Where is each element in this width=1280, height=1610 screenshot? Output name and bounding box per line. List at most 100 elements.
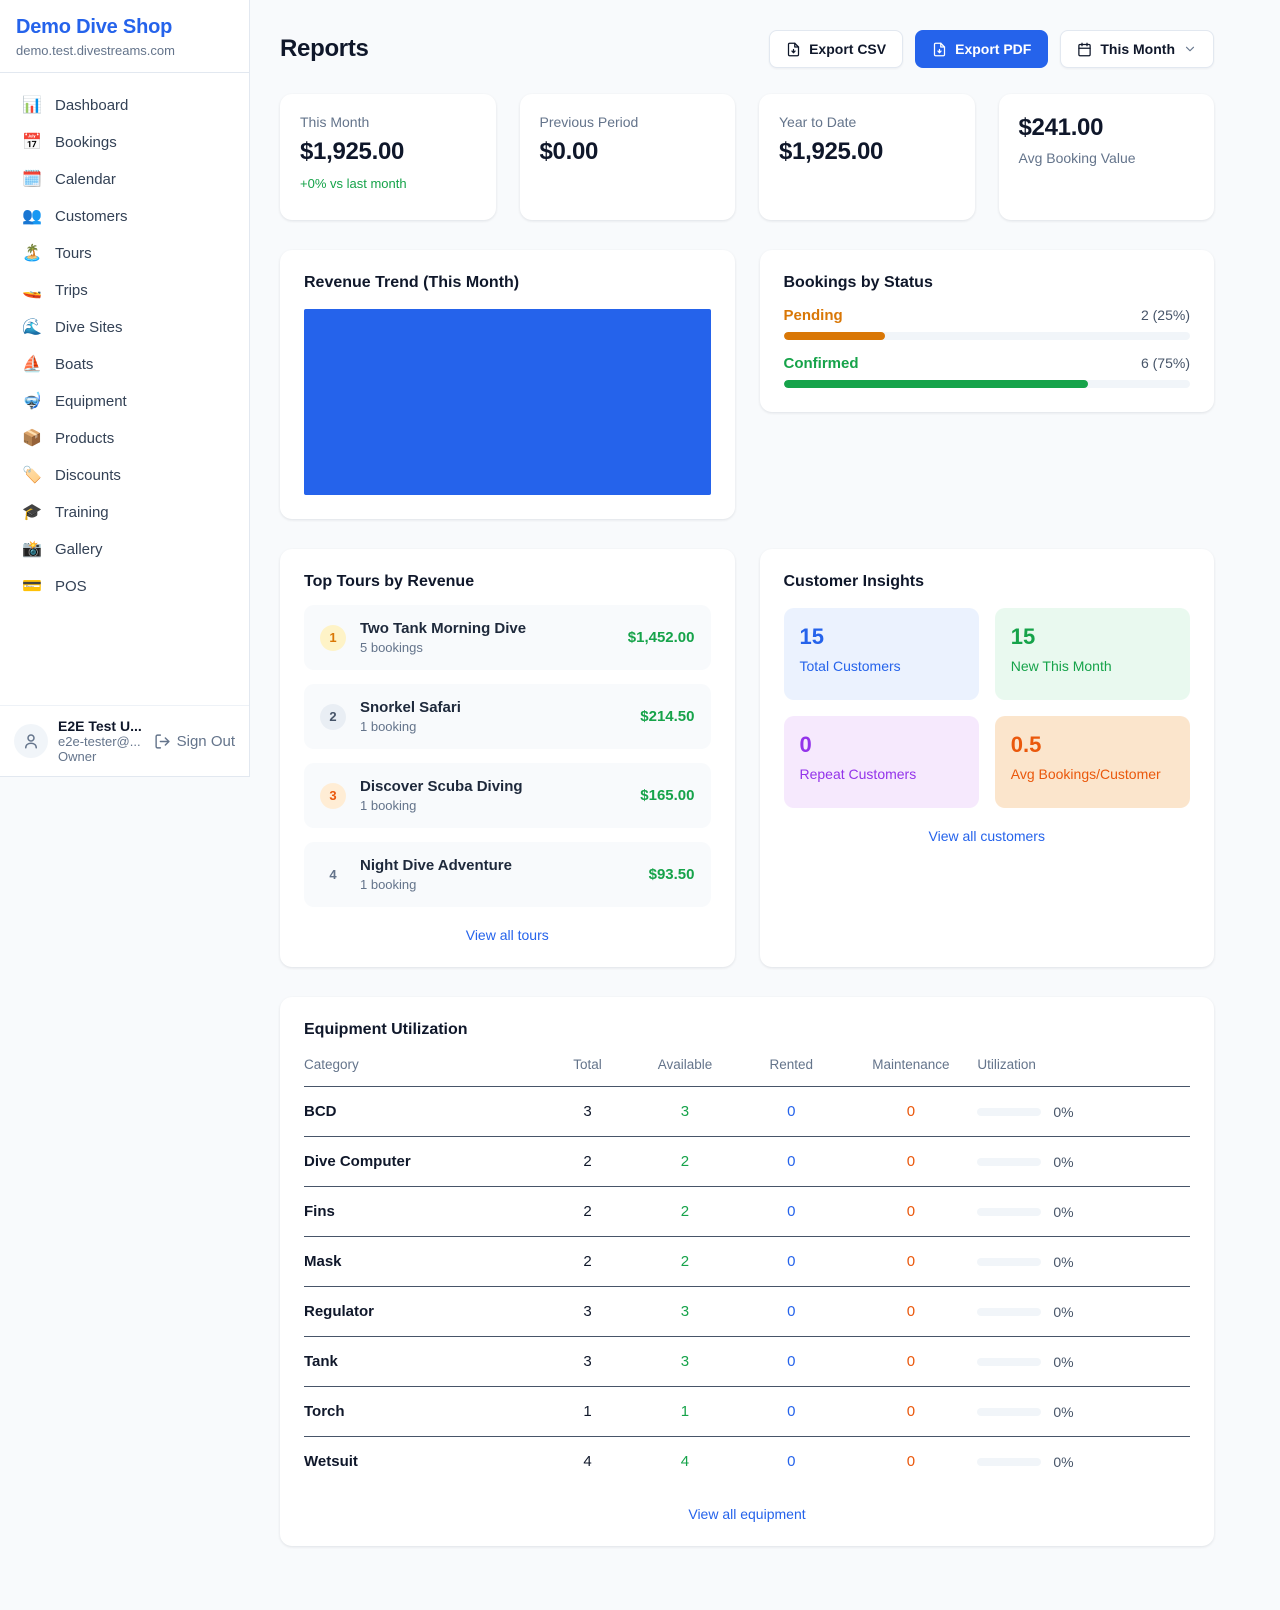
customer-insights-title: Customer Insights (784, 573, 1191, 591)
bookings-by-status-card: Bookings by Status Pending 2 (25%) Confi… (760, 250, 1215, 412)
equipment-title: Equipment Utilization (304, 1021, 1190, 1039)
view-all-customers-link[interactable]: View all customers (784, 828, 1191, 844)
cell-maintenance: 0 (844, 1437, 977, 1487)
graduation-cap-icon: 🎓 (22, 505, 42, 521)
sidebar-item-calendar[interactable]: 🗓️ Calendar (0, 161, 249, 198)
export-pdf-button[interactable]: Export PDF (915, 30, 1048, 68)
sidebar-item-equipment[interactable]: 🤿 Equipment (0, 383, 249, 420)
tour-row[interactable]: 3 Discover Scuba Diving 1 booking $165.0… (304, 763, 711, 828)
cell-available: 4 (632, 1437, 738, 1487)
stat-value: $1,925.00 (779, 138, 955, 166)
main-content: Reports Export CSV Export PDF This Month… (250, 0, 1280, 1586)
sidebar-item-tours[interactable]: 🏝️ Tours (0, 235, 249, 272)
tile-avg-bookings: 0.5 Avg Bookings/Customer (995, 716, 1190, 808)
utilization-label: 0% (1053, 1104, 1073, 1120)
sidebar-item-customers[interactable]: 👥 Customers (0, 198, 249, 235)
tag-icon: 🏷️ (22, 468, 42, 484)
column-header-utilization: Utilization (977, 1045, 1190, 1087)
tour-row[interactable]: 1 Two Tank Morning Dive 5 bookings $1,45… (304, 605, 711, 670)
mid-row: Top Tours by Revenue 1 Two Tank Morning … (280, 549, 1214, 967)
sidebar-nav: 📊 Dashboard 📅 Bookings 🗓️ Calendar 👥 Cus… (0, 73, 249, 705)
charts-row: Revenue Trend (This Month) Bookings by S… (280, 250, 1214, 519)
utilization-bar (977, 1458, 1041, 1466)
cell-utilization: 0% (977, 1437, 1190, 1487)
sidebar-item-products[interactable]: 📦 Products (0, 420, 249, 457)
tour-row[interactable]: 4 Night Dive Adventure 1 booking $93.50 (304, 842, 711, 907)
cell-category: Wetsuit (304, 1437, 543, 1487)
rank-badge: 4 (320, 862, 346, 888)
utilization-label: 0% (1053, 1354, 1073, 1370)
trips-boat-icon: 🚤 (22, 283, 42, 299)
tile-value: 0.5 (1011, 732, 1174, 758)
cell-maintenance: 0 (844, 1387, 977, 1437)
sidebar-item-label: Calendar (55, 171, 116, 188)
view-all-tours-link[interactable]: View all tours (304, 927, 711, 943)
cell-available: 2 (632, 1137, 738, 1187)
bookings-by-status-title: Bookings by Status (784, 274, 1191, 292)
cell-maintenance: 0 (844, 1287, 977, 1337)
utilization-label: 0% (1053, 1204, 1073, 1220)
period-selector[interactable]: This Month (1060, 30, 1214, 68)
sidebar-item-dive-sites[interactable]: 🌊 Dive Sites (0, 309, 249, 346)
sidebar-item-pos[interactable]: 💳 POS (0, 568, 249, 605)
user-footer: E2E Test U... e2e-tester@... Owner Sign … (0, 705, 249, 776)
sidebar-item-label: Customers (55, 208, 128, 225)
page-header: Reports Export CSV Export PDF This Month (280, 30, 1214, 68)
cell-utilization: 0% (977, 1387, 1190, 1437)
sidebar-item-label: Products (55, 430, 114, 447)
package-icon: 📦 (22, 431, 42, 447)
column-header-maintenance: Maintenance (844, 1045, 977, 1087)
cell-rented: 0 (738, 1437, 844, 1487)
sign-out-button[interactable]: Sign Out (154, 733, 235, 750)
tile-value: 0 (800, 732, 963, 758)
tour-row[interactable]: 2 Snorkel Safari 1 booking $214.50 (304, 684, 711, 749)
cell-category: Tank (304, 1337, 543, 1387)
sidebar-item-discounts[interactable]: 🏷️ Discounts (0, 457, 249, 494)
dashboard-icon: 📊 (22, 98, 42, 114)
table-row: Fins 2 2 0 0 0% (304, 1187, 1190, 1237)
stat-value: $1,925.00 (300, 138, 476, 166)
sidebar-item-boats[interactable]: ⛵ Boats (0, 346, 249, 383)
cell-utilization: 0% (977, 1087, 1190, 1137)
sidebar-item-bookings[interactable]: 📅 Bookings (0, 124, 249, 161)
cell-available: 1 (632, 1387, 738, 1437)
sidebar-item-gallery[interactable]: 📸 Gallery (0, 531, 249, 568)
rank-badge: 1 (320, 625, 346, 651)
tile-label: New This Month (1011, 658, 1174, 674)
sidebar-item-trips[interactable]: 🚤 Trips (0, 272, 249, 309)
cell-maintenance: 0 (844, 1237, 977, 1287)
sidebar-item-label: Tours (55, 245, 92, 262)
tile-label: Avg Bookings/Customer (1011, 766, 1174, 782)
cell-maintenance: 0 (844, 1187, 977, 1237)
stat-value: $0.00 (540, 138, 716, 166)
utilization-bar (977, 1258, 1041, 1266)
export-csv-button[interactable]: Export CSV (769, 30, 903, 68)
user-name: E2E Test U... (58, 718, 144, 734)
cell-total: 2 (543, 1187, 632, 1237)
sidebar-item-training[interactable]: 🎓 Training (0, 494, 249, 531)
sidebar-item-dashboard[interactable]: 📊 Dashboard (0, 87, 249, 124)
chevron-down-icon (1183, 42, 1197, 56)
cell-maintenance: 0 (844, 1337, 977, 1387)
utilization-bar (977, 1208, 1041, 1216)
cell-category: Dive Computer (304, 1137, 543, 1187)
shop-name: Demo Dive Shop (16, 16, 233, 39)
top-tours-card: Top Tours by Revenue 1 Two Tank Morning … (280, 549, 735, 967)
table-row: Regulator 3 3 0 0 0% (304, 1287, 1190, 1337)
utilization-bar (977, 1158, 1041, 1166)
status-label: Confirmed (784, 355, 859, 372)
view-all-equipment-link[interactable]: View all equipment (304, 1506, 1190, 1522)
utilization-bar (977, 1358, 1041, 1366)
utilization-bar (977, 1308, 1041, 1316)
cell-utilization: 0% (977, 1237, 1190, 1287)
sidebar: Demo Dive Shop demo.test.divestreams.com… (0, 0, 250, 777)
cell-total: 3 (543, 1087, 632, 1137)
cell-available: 3 (632, 1337, 738, 1387)
sidebar-item-label: Dashboard (55, 97, 128, 114)
sidebar-item-label: Equipment (55, 393, 127, 410)
cell-total: 3 (543, 1287, 632, 1337)
revenue-trend-card: Revenue Trend (This Month) (280, 250, 735, 519)
tour-name: Discover Scuba Diving (360, 778, 523, 795)
cell-rented: 0 (738, 1237, 844, 1287)
cell-available: 3 (632, 1287, 738, 1337)
